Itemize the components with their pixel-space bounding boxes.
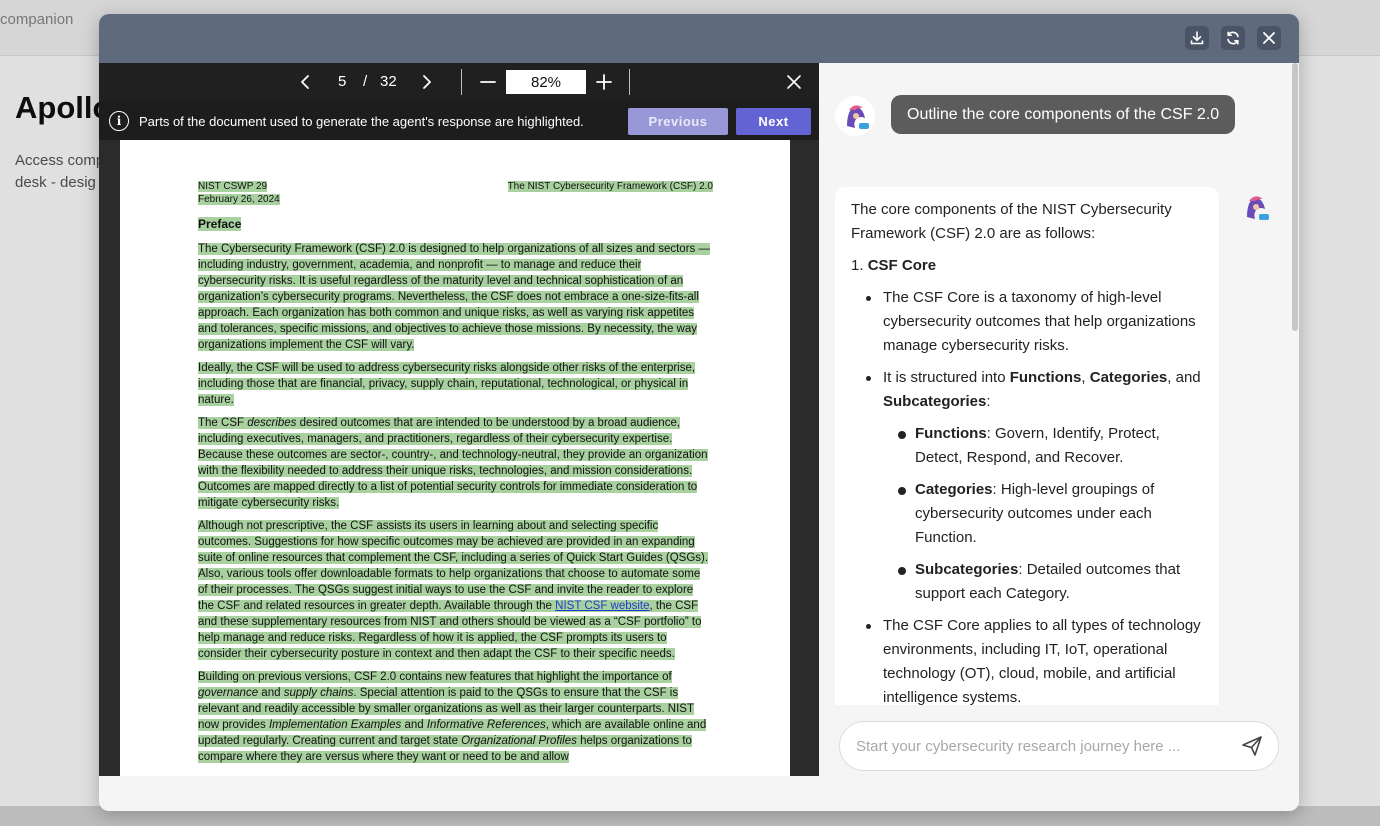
agent-response-card: The core components of the NIST Cybersec… [835, 187, 1219, 705]
list-item: The CSF Core is a taxonomy of high-level… [851, 286, 1203, 358]
document-running-title: The NIST Cybersecurity Framework (CSF) 2… [507, 181, 713, 192]
chat-input[interactable] [856, 722, 1226, 770]
user-avatar [835, 96, 875, 136]
agent-avatar [1235, 187, 1275, 227]
zoom-out-icon[interactable] [480, 74, 496, 90]
previous-page-icon[interactable] [299, 74, 311, 90]
highlight-info-bar: i Parts of the document used to generate… [99, 101, 819, 140]
pdf-paragraph: Building on previous versions, CSF 2.0 c… [198, 671, 707, 763]
pdf-paragraph: The CSF describes desired outcomes that … [198, 417, 708, 509]
viewer-toolbar: 5 / 32 82% [99, 63, 819, 101]
pdf-viewer: 5 / 32 82% i Parts of the document used … [99, 63, 819, 776]
previous-highlight-button[interactable]: Previous [628, 108, 728, 135]
document-date: February 26, 2024 [198, 194, 280, 205]
close-icon [1263, 32, 1275, 44]
avatar-icon [1235, 187, 1275, 227]
next-highlight-button[interactable]: Next [736, 108, 811, 135]
list-item: Functions: Govern, Identify, Protect, De… [883, 422, 1203, 470]
page-separator: / [363, 73, 368, 90]
list-item: It is structured into Functions, Categor… [851, 366, 1203, 606]
pdf-paragraph: The Cybersecurity Framework (CSF) 2.0 is… [198, 243, 710, 351]
toolbar-divider [461, 69, 462, 95]
response-intro: The core components of the NIST Cybersec… [851, 201, 1172, 242]
close-modal-button[interactable] [1257, 26, 1281, 50]
response-sub-list: Functions: Govern, Identify, Protect, De… [883, 422, 1203, 606]
pdf-heading: Preface [198, 217, 242, 231]
download-icon [1190, 31, 1204, 45]
chat-scrollbar[interactable] [1292, 63, 1298, 331]
pdf-paragraph: Ideally, the CSF will be used to address… [198, 362, 696, 406]
zoom-level-input[interactable]: 82% [506, 70, 586, 94]
next-page-icon[interactable] [421, 74, 433, 90]
response-section-heading: 1. CSF Core [851, 257, 937, 274]
zoom-in-icon[interactable] [596, 74, 612, 90]
list-item: Categories: High-level groupings of cybe… [883, 478, 1203, 550]
modal-header [99, 14, 1299, 63]
refresh-icon [1227, 31, 1239, 45]
list-item: The CSF Core applies to all types of tec… [851, 614, 1203, 705]
info-icon: i [109, 111, 129, 131]
pdf-page-content: NIST CSWP 29 February 26, 2024 The NIST … [198, 180, 713, 772]
chat-input-container [839, 721, 1279, 771]
chat-panel: Outline the core components of the CSF 2… [819, 63, 1299, 811]
user-message-bubble: Outline the core components of the CSF 2… [891, 95, 1236, 134]
response-bullet-list: The CSF Core is a taxonomy of high-level… [851, 286, 1203, 705]
list-item: Subcategories: Detailed outcomes that su… [883, 558, 1203, 606]
avatar-icon [835, 96, 875, 136]
highlight-info-text: Parts of the document used to generate t… [139, 114, 584, 129]
close-viewer-icon[interactable] [787, 75, 801, 89]
total-pages: 32 [380, 73, 397, 90]
download-button[interactable] [1185, 26, 1209, 50]
nist-csf-website-link[interactable]: NIST CSF website [555, 600, 649, 612]
document-id: NIST CSWP 29 [198, 181, 268, 192]
pdf-page: NIST CSWP 29 February 26, 2024 The NIST … [120, 140, 790, 776]
document-modal: 5 / 32 82% i Parts of the document used … [99, 14, 1299, 811]
refresh-button[interactable] [1221, 26, 1245, 50]
current-page-number[interactable]: 5 [338, 73, 346, 90]
toolbar-divider [629, 69, 630, 95]
pdf-running-header: NIST CSWP 29 February 26, 2024 The NIST … [198, 180, 713, 206]
send-icon[interactable] [1240, 734, 1264, 758]
pdf-paragraph: Although not prescriptive, the CSF assis… [198, 520, 709, 660]
